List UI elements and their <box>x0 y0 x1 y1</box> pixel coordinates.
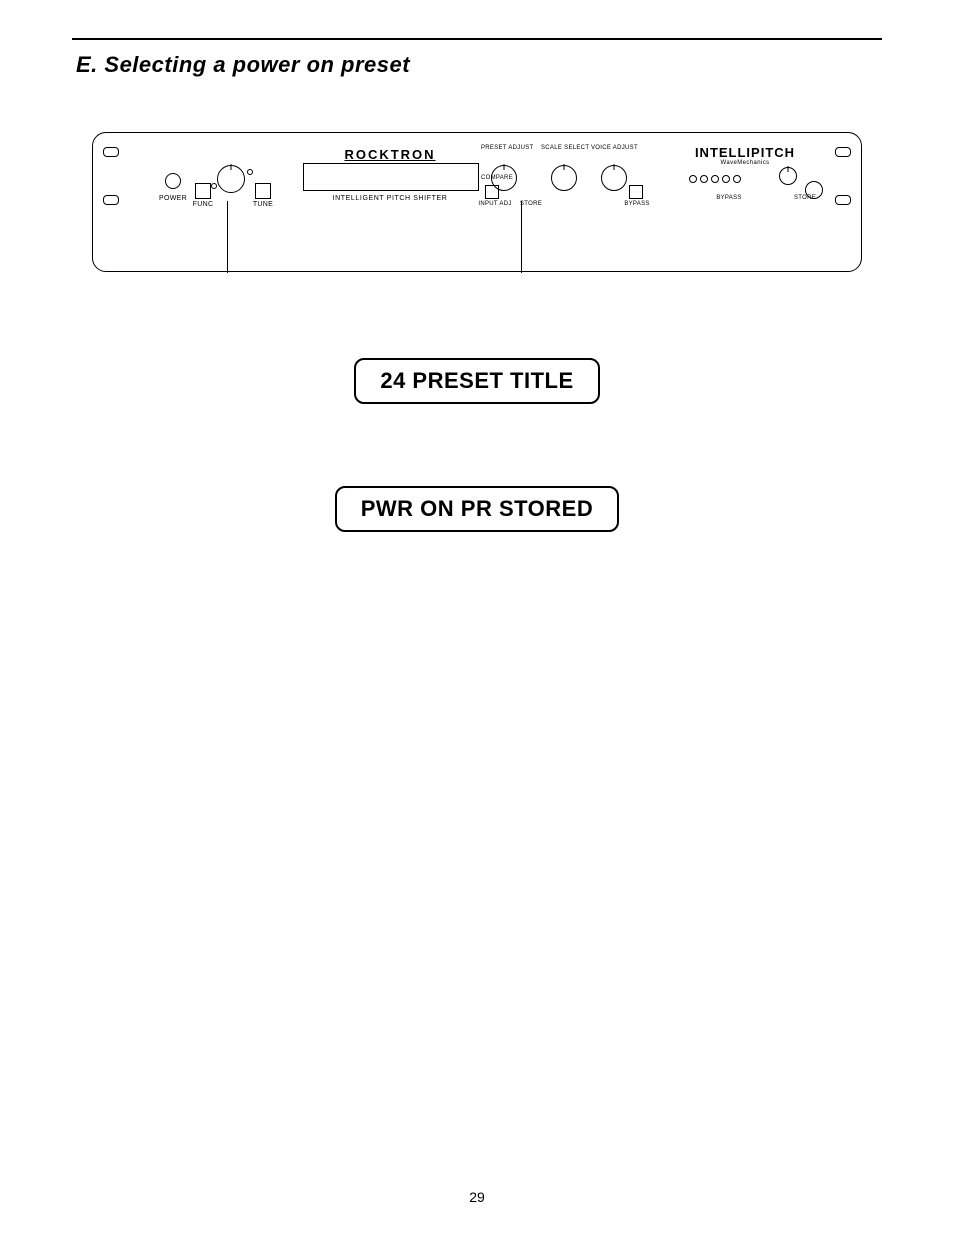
display-row-2: PWR ON PR STORED <box>72 486 882 532</box>
small-knob[interactable] <box>779 167 797 185</box>
tune-button[interactable] <box>255 183 271 199</box>
func-button[interactable] <box>195 183 211 199</box>
bypass-button[interactable] <box>629 185 643 199</box>
input-adj-label: INPUT ADJ <box>477 201 513 207</box>
rack-screw-icon <box>103 147 119 157</box>
tune-label: TUNE <box>249 201 277 208</box>
store2-label: STORE <box>785 195 825 201</box>
brand-logo: ROCKTRON <box>315 147 465 162</box>
preset-knob[interactable] <box>217 165 245 193</box>
scale-select-label: SCALE SELECT <box>541 145 585 151</box>
compare-label: COMPARE <box>473 175 513 181</box>
bypass2-label: BYPASS <box>709 195 749 201</box>
top-rule <box>72 38 882 40</box>
section-heading: E. Selecting a power on preset <box>76 52 882 78</box>
preset-adjust-label: PRESET ADJUST <box>481 145 525 151</box>
range-dot-icon <box>211 183 217 189</box>
scale-select-knob[interactable] <box>551 165 577 191</box>
page-number: 29 <box>0 1189 954 1205</box>
compare-button[interactable] <box>485 185 499 199</box>
callout-line-icon <box>521 201 522 273</box>
intellipitch-sub: WaveMechanics <box>665 160 825 166</box>
rack-screw-icon <box>835 195 851 205</box>
knob-tick-icon <box>788 166 789 172</box>
right-brand-block: INTELLIPITCH WaveMechanics <box>665 145 825 166</box>
knob-tick-icon <box>504 164 505 170</box>
store-label: STORE <box>515 201 547 207</box>
rack-screw-icon <box>103 195 119 205</box>
brand-block: ROCKTRON <box>315 147 465 163</box>
knob-tick-icon <box>231 164 232 170</box>
power-label: POWER <box>159 195 187 202</box>
func-label: FUNC <box>189 201 217 208</box>
voice-adjust-label: VOICE ADJUST <box>591 145 635 151</box>
range-dot-icon <box>247 169 253 175</box>
rack-screw-icon <box>835 147 851 157</box>
lcd-display <box>303 163 479 191</box>
lcd-caption: INTELLIGENT PITCH SHIFTER <box>303 195 477 202</box>
device-panel-figure: POWER FUNC TUNE ROCKTRON INTELLIGENT PIT… <box>92 132 862 272</box>
knob-tick-icon <box>614 164 615 170</box>
lcd-readout-pwr-stored: PWR ON PR STORED <box>335 486 620 532</box>
indicator-dots-icon <box>689 175 741 183</box>
voice-adjust-knob[interactable] <box>601 165 627 191</box>
page: E. Selecting a power on preset POWER FUN… <box>0 0 954 1235</box>
device-front-panel: POWER FUNC TUNE ROCKTRON INTELLIGENT PIT… <box>92 132 862 272</box>
power-led-icon <box>165 173 181 189</box>
lcd-readout-preset-title: 24 PRESET TITLE <box>354 358 599 404</box>
bypass-label: BYPASS <box>621 201 653 207</box>
callout-line-icon <box>227 201 228 273</box>
display-row-1: 24 PRESET TITLE <box>72 358 882 404</box>
intellipitch-logo: INTELLIPITCH <box>665 145 825 160</box>
knob-tick-icon <box>564 164 565 170</box>
